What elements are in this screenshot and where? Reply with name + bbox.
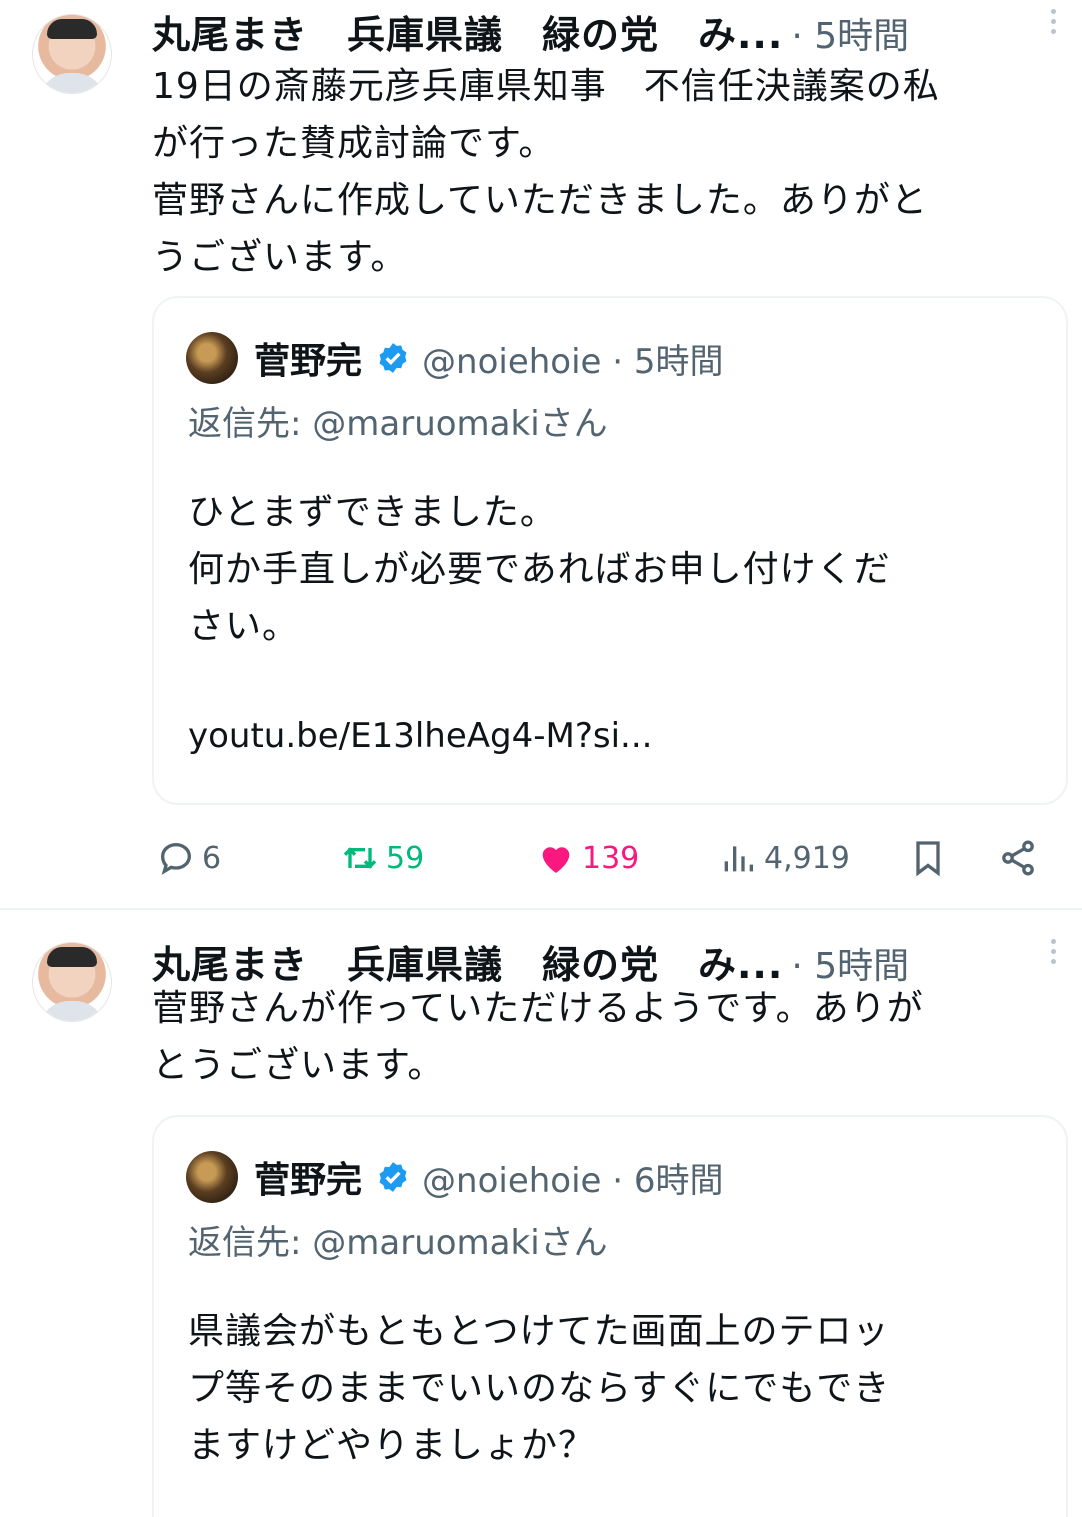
tweet-text-line: が行った賛成討論です。 (152, 123, 556, 164)
author-name[interactable]: 丸尾まき 兵庫県議 緑の党 み... (152, 13, 783, 57)
quoted-text-line: ますけどやりましょか？ (188, 1425, 596, 1466)
like-count: 139 (582, 840, 640, 876)
views-count: 4,919 (764, 840, 850, 876)
repost-icon (343, 847, 377, 869)
tweet-header: 丸尾まき 兵庫県議 緑の党 み... · 5時間 (152, 4, 1062, 57)
verified-badge-icon (379, 1162, 407, 1192)
bookmark-icon (916, 841, 940, 877)
heart-icon (542, 847, 570, 873)
quoted-author-name: 菅野完 (254, 1160, 363, 1201)
repost-button[interactable]: 59 (340, 828, 424, 888)
quoted-tweet-text: 県議会がもともとつけてた画面上のテロッ プ等そのままでいいのならすぐにでもでき … (188, 1303, 890, 1474)
bookmark-button[interactable] (908, 828, 954, 888)
tweet-header: 丸尾まき 兵庫県議 緑の党 み... · 5時間 (152, 934, 1062, 987)
views-button[interactable]: 4,919 (718, 828, 850, 888)
quoted-author-avatar (186, 332, 238, 384)
reply-to-label: 返信先: @maruomakiさん (188, 1223, 608, 1263)
tweet-text: 19日の斎藤元彦兵庫県知事 不信任決議案の私 が行った賛成討論です。 菅野さんに… (152, 58, 1067, 286)
tweet-2[interactable]: 丸尾まき 兵庫県議 緑の党 み... · 5時間 菅野さんが作っていただけるようで… (0, 930, 1082, 1517)
tweet-1[interactable]: 丸尾まき 兵庫県議 緑の党 み... · 5時間 19日の斎藤元彦兵庫県知事 不信… (0, 0, 1082, 905)
share-button[interactable] (998, 828, 1044, 888)
quoted-tweet-header: 菅野完 @noiehoie · 6時間 (186, 1151, 724, 1203)
tweet-actions: 6 59 139 4,919 (152, 828, 1052, 888)
tweet-text: 菅野さんが作っていただけるようです。ありが とうございます。 (152, 980, 1067, 1094)
reply-to-label: 返信先: @maruomakiさん (188, 404, 608, 444)
quoted-tweet[interactable]: 菅野完 @noiehoie · 5時間 返信先: @maruomakiさん ひと… (152, 296, 1068, 805)
tweet-time[interactable]: · 5時間 (791, 16, 909, 57)
quoted-tweet[interactable]: 菅野完 @noiehoie · 6時間 返信先: @maruomakiさん 県議… (152, 1115, 1068, 1517)
reply-icon (160, 842, 192, 875)
more-options-icon[interactable] (1048, 4, 1058, 44)
quoted-link[interactable]: youtu.be/E13lheAg4-M?si... (188, 716, 652, 756)
tweet-text-line: うございます。 (152, 237, 408, 278)
tweet-text-line: 菅野さんが作っていただけるようです。ありが (152, 988, 924, 1029)
tweet-divider (0, 908, 1082, 910)
tweet-text-line: とうございます。 (152, 1045, 445, 1086)
quoted-text-line: 何か手直しが必要であればお申し付けくだ (188, 549, 891, 590)
views-icon (724, 846, 753, 872)
quoted-text-line: さい。 (188, 606, 300, 647)
quoted-text-line: プ等そのままでいいのならすぐにでもでき (188, 1368, 891, 1409)
quoted-author-handle: @noiehoie · 5時間 (422, 341, 724, 382)
quoted-tweet-text: ひとまずできました。 何か手直しが必要であればお申し付けくだ さい。 (188, 484, 891, 655)
quoted-author-avatar (186, 1151, 238, 1203)
share-icon (1002, 840, 1034, 876)
more-options-icon[interactable] (1048, 934, 1058, 974)
quoted-text-line: ひとまずできました。 (188, 492, 557, 533)
repost-count: 59 (386, 840, 425, 876)
verified-badge-icon (379, 343, 407, 373)
author-avatar[interactable] (32, 942, 112, 1022)
quoted-tweet-header: 菅野完 @noiehoie · 5時間 (186, 332, 724, 384)
author-avatar[interactable] (32, 14, 112, 94)
reply-count: 6 (202, 840, 222, 876)
quoted-text-line: 県議会がもともとつけてた画面上のテロッ (188, 1311, 890, 1352)
like-button[interactable]: 139 (536, 828, 639, 888)
reply-button[interactable]: 6 (156, 828, 221, 888)
quoted-author-handle: @noiehoie · 6時間 (422, 1160, 724, 1201)
quoted-author-name: 菅野完 (254, 341, 363, 382)
tweet-text-line: 19日の斎藤元彦兵庫県知事 不信任決議案の私 (152, 66, 940, 107)
tweet-text-line: 菅野さんに作成していただきました。ありがと (152, 180, 928, 221)
